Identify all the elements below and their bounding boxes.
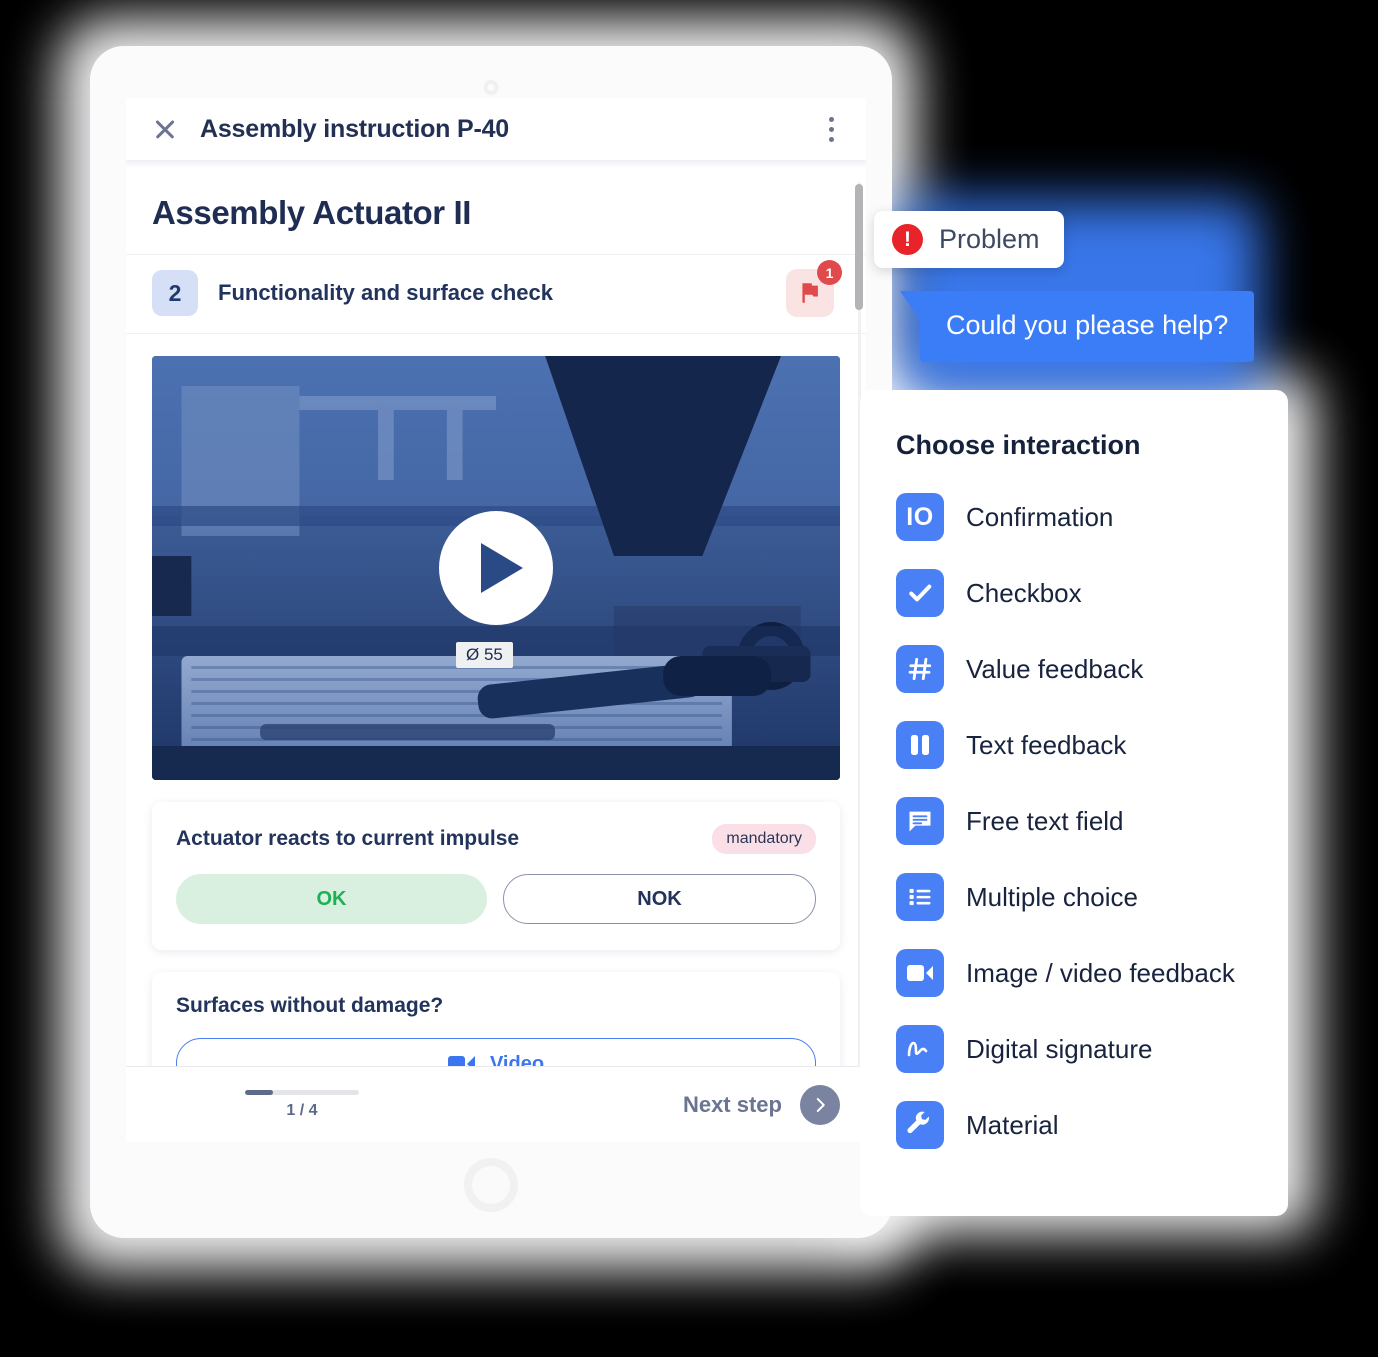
interaction-item-label: Multiple choice bbox=[966, 881, 1138, 912]
chevron-right-icon bbox=[800, 1084, 840, 1125]
step-label: Functionality and surface check bbox=[218, 280, 553, 305]
screenshot-stage: Assembly instruction P-40 Assembly Actua… bbox=[0, 0, 1378, 1357]
question-label: Surfaces without damage? bbox=[176, 994, 444, 1017]
interaction-item-checkbox[interactable]: Checkbox bbox=[896, 555, 1288, 631]
exclamation-circle-icon: ! bbox=[892, 224, 923, 255]
wrench-icon bbox=[896, 1101, 944, 1149]
diameter-label: Ø 55 bbox=[456, 642, 513, 668]
mandatory-badge: mandatory bbox=[712, 824, 816, 854]
interaction-item-label: Free text field bbox=[966, 805, 1124, 836]
question-card-1: Actuator reacts to current impulse manda… bbox=[152, 802, 840, 950]
header-divider bbox=[126, 160, 866, 168]
home-button[interactable] bbox=[464, 1158, 518, 1212]
question-label: Actuator reacts to current impulse bbox=[176, 827, 520, 850]
interaction-item-confirmation[interactable]: IO Confirmation bbox=[896, 479, 1288, 555]
interaction-item-material[interactable]: Material bbox=[896, 1087, 1288, 1163]
chat-bubble-icon bbox=[896, 797, 944, 845]
chat-bubble: Could you please help? bbox=[899, 291, 1255, 362]
list-icon bbox=[896, 873, 944, 921]
answer-buttons: OK NOK bbox=[176, 874, 816, 924]
scroll-area: Assembly Actuator II 2 Functionality and… bbox=[126, 160, 866, 1116]
interaction-item-label: Text feedback bbox=[966, 729, 1127, 760]
progress-indicator: 1 / 4 bbox=[244, 1089, 359, 1120]
progress-fill bbox=[244, 1089, 274, 1095]
titlebar: Assembly instruction P-40 bbox=[126, 98, 866, 160]
choose-interaction-panel: Choose interaction IO Confirmation Check… bbox=[860, 390, 1288, 1216]
close-icon[interactable] bbox=[152, 116, 178, 142]
interaction-item-label: Checkbox bbox=[966, 577, 1082, 608]
interaction-item-label: Image / video feedback bbox=[966, 957, 1235, 988]
scrollbar-thumb[interactable] bbox=[855, 184, 863, 310]
video-camera-icon bbox=[896, 949, 944, 997]
io-icon: IO bbox=[896, 493, 944, 541]
footer-nav: 1 / 4 Next step bbox=[126, 1066, 866, 1142]
ok-button[interactable]: OK bbox=[176, 874, 487, 924]
interaction-item-free-text-field[interactable]: Free text field bbox=[896, 783, 1288, 859]
app-window: Assembly instruction P-40 Assembly Actua… bbox=[126, 98, 866, 1142]
signature-icon bbox=[896, 1025, 944, 1073]
interaction-item-label: Confirmation bbox=[966, 501, 1114, 532]
interaction-item-image-video-feedback[interactable]: Image / video feedback bbox=[896, 935, 1288, 1011]
step-row[interactable]: 2 Functionality and surface check 1 bbox=[126, 254, 866, 334]
interaction-list: IO Confirmation Checkbox Value feedback … bbox=[896, 479, 1288, 1163]
problem-label: Problem bbox=[939, 224, 1040, 254]
step-number-badge: 2 bbox=[152, 270, 198, 316]
interaction-item-value-feedback[interactable]: Value feedback bbox=[896, 631, 1288, 707]
next-step-button[interactable]: Next step bbox=[682, 1084, 840, 1125]
play-icon[interactable] bbox=[439, 511, 553, 625]
panel-title: Choose interaction bbox=[896, 430, 1141, 460]
tablet-device: Assembly instruction P-40 Assembly Actua… bbox=[90, 46, 892, 1238]
hash-icon bbox=[896, 645, 944, 693]
next-step-label: Next step bbox=[682, 1091, 782, 1117]
kebab-menu-icon[interactable] bbox=[818, 116, 844, 142]
nok-button[interactable]: NOK bbox=[503, 874, 816, 924]
interaction-item-label: Digital signature bbox=[966, 1033, 1153, 1064]
flag-wrapper: 1 bbox=[786, 260, 842, 317]
card-header: Surfaces without damage? bbox=[176, 994, 816, 1018]
camera-icon bbox=[483, 80, 499, 95]
pause-bars-icon bbox=[896, 721, 944, 769]
checkmark-icon bbox=[896, 569, 944, 617]
interaction-item-label: Material bbox=[966, 1109, 1059, 1140]
flag-badge-count: 1 bbox=[817, 260, 842, 285]
card-header: Actuator reacts to current impulse manda… bbox=[176, 824, 816, 854]
interaction-item-digital-signature[interactable]: Digital signature bbox=[896, 1011, 1288, 1087]
chat-bubble-text: Could you please help? bbox=[946, 310, 1229, 340]
interaction-item-label: Value feedback bbox=[966, 653, 1144, 684]
problem-chip[interactable]: ! Problem bbox=[874, 211, 1064, 268]
interaction-item-multiple-choice[interactable]: Multiple choice bbox=[896, 859, 1288, 935]
interaction-item-text-feedback[interactable]: Text feedback bbox=[896, 707, 1288, 783]
progress-text: 1 / 4 bbox=[286, 1101, 318, 1119]
page-title: Assembly Actuator II bbox=[152, 194, 472, 231]
video-thumbnail[interactable]: Ø 55 bbox=[152, 356, 840, 780]
progress-bar bbox=[244, 1089, 359, 1095]
window-title: Assembly instruction P-40 bbox=[200, 114, 509, 143]
